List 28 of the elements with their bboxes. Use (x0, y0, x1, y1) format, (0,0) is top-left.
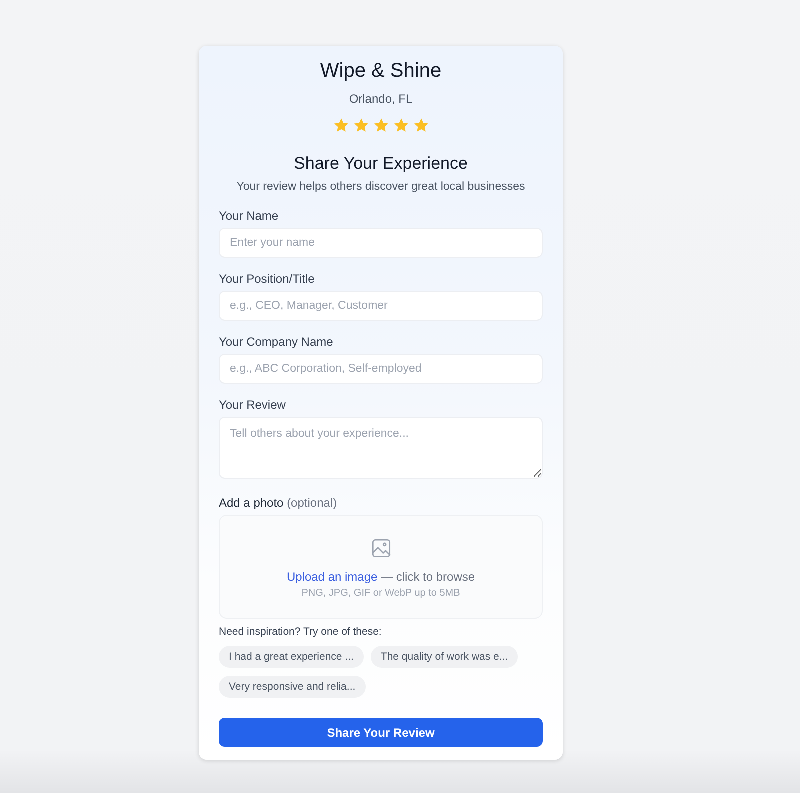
field-label: Your Review (219, 397, 287, 413)
photo-label: Add a photo (optional) (219, 495, 338, 511)
suggestion-chip[interactable]: Very responsive and relia... (219, 676, 366, 698)
image-icon (372, 539, 390, 558)
form-subtitle: Your review helps others discover great local businesses (236, 180, 526, 195)
business-location: Orlando, FL (349, 91, 413, 107)
field-label: Your Name (219, 208, 280, 224)
upload-link[interactable]: Upload an image (286, 570, 378, 584)
text-input-field[interactable]: e.g., ABC Corporation, Self-employed (219, 354, 543, 384)
field-label: Your Company Name (219, 334, 334, 350)
submit-button[interactable]: Share Your Review (219, 718, 543, 747)
star-icon (354, 118, 368, 132)
star-icon (414, 118, 428, 132)
business-name: Wipe & Shine (320, 59, 442, 83)
inspiration-prompt: Need inspiration? Try one of these: (219, 625, 383, 639)
star-icon (374, 118, 388, 132)
field-label: Your Position/Title (219, 271, 316, 287)
suggestion-chip[interactable]: The quality of work was e... (370, 646, 518, 668)
review-text-area[interactable]: Tell others about your experience... (219, 417, 543, 479)
star-icon (334, 118, 348, 132)
form-heading: Share Your Experience (293, 153, 469, 175)
upload-instructions: Upload an image — click to browse (286, 569, 476, 585)
upload-dropzone[interactable]: Upload an image — click to browse PNG, JPG, GIF or WebP up to 5MB (219, 515, 543, 619)
suggestion-chip[interactable]: I had a great experience ... (219, 646, 364, 668)
text-input-field[interactable]: e.g., CEO, Manager, Customer (219, 291, 543, 321)
upload-hint: PNG, JPG, GIF or WebP up to 5MB (302, 587, 460, 601)
text-input-field[interactable]: Enter your name (219, 228, 543, 258)
star-icon (394, 118, 408, 132)
